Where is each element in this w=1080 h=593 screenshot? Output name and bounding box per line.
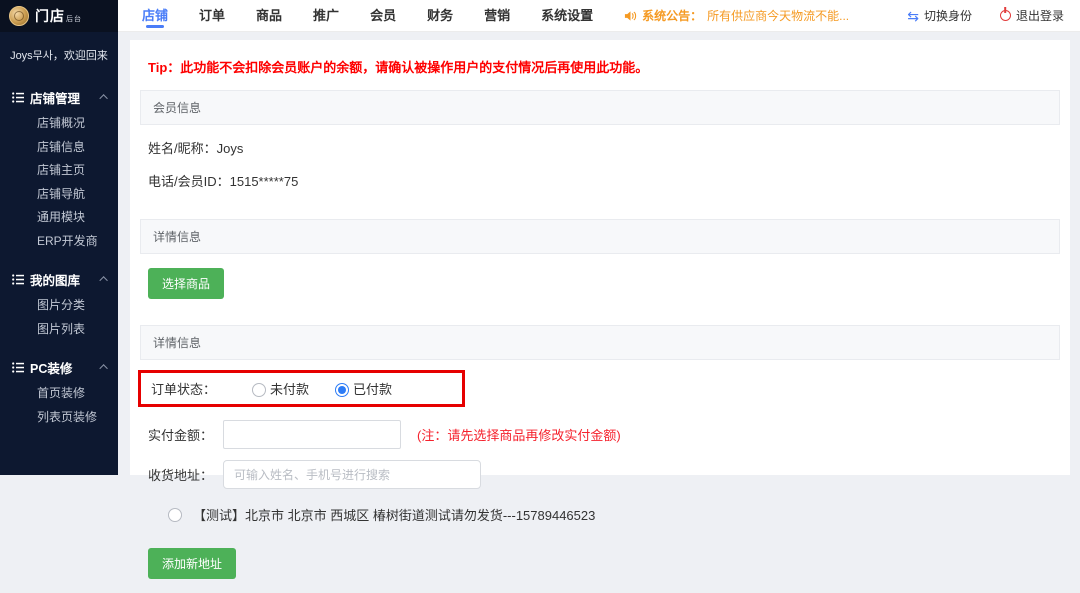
sidebar-item-shop-overview[interactable]: 店铺概况: [0, 112, 118, 136]
radio-paid-icon[interactable]: [335, 383, 349, 397]
swap-arrows-icon: ⇆: [907, 9, 919, 23]
order-detail-section: 详情信息 订单状态： 未付款 已付款 实付金额： (注：请先选择商品再修改实付金…: [140, 325, 1060, 593]
order-status-highlight-box: 订单状态： 未付款 已付款: [138, 370, 465, 407]
member-name-value: Joys: [217, 141, 244, 156]
nav-tab-promotion[interactable]: 推广: [313, 0, 339, 31]
order-detail-body: 订单状态： 未付款 已付款 实付金额： (注：请先选择商品再修改实付金额) 收货…: [140, 360, 1060, 593]
member-id-label: 电话/会员ID：: [148, 174, 230, 189]
sidebar-group-title: 店铺管理: [30, 88, 80, 107]
address-option-row[interactable]: 【测试】北京市 北京市 西城区 椿树街道测试请勿发货---15789446523: [168, 505, 1052, 524]
sidebar-group-shop-management: 店铺管理 店铺概况 店铺信息 店铺主页 店铺导航 通用模块 ERP开发商: [0, 86, 118, 253]
radio-address-icon[interactable]: [168, 508, 182, 522]
app-title-suffix: 后台: [66, 16, 82, 23]
announcement-text: 所有供应商今天物流不能...: [707, 7, 849, 24]
sidebar-item-image-list[interactable]: 图片列表: [0, 318, 118, 342]
amount-note: (注：请先选择商品再修改实付金额): [417, 425, 621, 444]
sidebar-group-header-image-library[interactable]: 我的图库: [0, 268, 118, 290]
add-address-row: 添加新地址: [148, 540, 1052, 583]
sidebar-item-erp-developer[interactable]: ERP开发商: [0, 230, 118, 254]
member-info-section: 会员信息 姓名/昵称：Joys 电话/会员ID：1515*****75: [140, 90, 1060, 207]
product-select-body: 选择商品: [140, 254, 1060, 313]
chevron-up-icon: [99, 276, 107, 284]
add-address-button[interactable]: 添加新地址: [148, 548, 236, 579]
radio-unpaid-label: 未付款: [270, 382, 309, 397]
sidebar-item-home-decoration[interactable]: 首页装修: [0, 382, 118, 406]
nav-tab-finance[interactable]: 财务: [427, 0, 453, 31]
nav-tab-products[interactable]: 商品: [256, 0, 282, 31]
amount-input[interactable]: [223, 420, 401, 449]
sidebar-group-items: 首页装修 列表页装修: [0, 378, 118, 429]
sidebar-group-header-pc-decoration[interactable]: PC装修: [0, 356, 118, 378]
content-card: Tip：此功能不会扣除会员账户的余额，请确认被操作用户的支付情况后再使用此功能。…: [130, 40, 1070, 475]
sidebar-group-image-library: 我的图库 图片分类 图片列表: [0, 268, 118, 341]
sidebar-item-shop-nav[interactable]: 店铺导航: [0, 183, 118, 207]
list-icon: [12, 274, 24, 285]
nav-tab-marketing[interactable]: 营销: [484, 0, 510, 31]
chevron-up-icon: [99, 364, 107, 372]
product-select-section: 详情信息 选择商品: [140, 219, 1060, 313]
topbar: 门店后台 店铺 订单 商品 推广 会员 财务 营销 系统设置 系统公告： 所有供…: [0, 0, 1080, 32]
switch-role-label: 切换身份: [924, 7, 972, 24]
section-header-member-info: 会员信息: [140, 90, 1060, 125]
sidebar-group-pc-decoration: PC装修 首页装修 列表页装修: [0, 356, 118, 429]
section-header-order-detail: 详情信息: [140, 325, 1060, 360]
sidebar-item-list-decoration[interactable]: 列表页装修: [0, 406, 118, 430]
topbar-actions: ⇆ 切换身份 退出登录: [907, 7, 1064, 24]
sidebar-group-header-shop-management[interactable]: 店铺管理: [0, 86, 118, 108]
radio-unpaid-icon[interactable]: [252, 383, 266, 397]
nav-tab-members[interactable]: 会员: [370, 0, 396, 31]
chevron-up-icon: [99, 94, 107, 102]
app-logo[interactable]: 门店后台: [0, 0, 118, 32]
sidebar-group-items: 图片分类 图片列表: [0, 290, 118, 341]
app-title: 门店后台: [35, 6, 82, 26]
top-nav: 店铺 订单 商品 推广 会员 财务 营销 系统设置 系统公告： 所有供应商今天物…: [118, 0, 1080, 32]
power-icon: [1000, 10, 1011, 21]
switch-role-button[interactable]: ⇆ 切换身份: [907, 7, 972, 24]
amount-row: 实付金额： (注：请先选择商品再修改实付金额): [148, 420, 1052, 449]
sidebar-item-shop-homepage[interactable]: 店铺主页: [0, 159, 118, 183]
sidebar-item-image-categories[interactable]: 图片分类: [0, 294, 118, 318]
main-content: Tip：此功能不会扣除会员账户的余额，请确认被操作用户的支付情况后再使用此功能。…: [118, 32, 1080, 475]
sidebar-group-title: PC装修: [30, 358, 72, 377]
member-name-row: 姓名/昵称：Joys: [148, 131, 1052, 164]
amount-label: 实付金额：: [148, 425, 213, 444]
list-icon: [12, 362, 24, 373]
logout-label: 退出登录: [1016, 7, 1064, 24]
sidebar-item-common-module[interactable]: 通用模块: [0, 206, 118, 230]
nav-tab-shop[interactable]: 店铺: [142, 0, 168, 31]
brand-logo-icon: [9, 6, 29, 26]
list-icon: [12, 92, 24, 103]
radio-option-paid[interactable]: 已付款: [335, 379, 392, 398]
address-option-text: 【测试】北京市 北京市 西城区 椿树街道测试请勿发货---15789446523: [193, 505, 595, 524]
member-info-body: 姓名/昵称：Joys 电话/会员ID：1515*****75: [140, 125, 1060, 207]
select-product-button[interactable]: 选择商品: [148, 268, 224, 299]
sidebar: Joys무사，欢迎回来 店铺管理 店铺概况 店铺信息 店铺主页 店铺导航 通用模…: [0, 32, 118, 475]
sidebar-group-title: 我的图库: [30, 270, 80, 289]
section-header-product-select: 详情信息: [140, 219, 1060, 254]
tip-warning-text: Tip：此功能不会扣除会员账户的余额，请确认被操作用户的支付情况后再使用此功能。: [140, 40, 1060, 90]
member-id-row: 电话/会员ID：1515*****75: [148, 164, 1052, 197]
order-status-label: 订单状态：: [151, 379, 216, 398]
welcome-text: Joys무사，欢迎回来: [0, 32, 118, 71]
system-announcement[interactable]: 系统公告： 所有供应商今天物流不能...: [624, 7, 849, 24]
member-id-value: 1515*****75: [230, 174, 299, 189]
sidebar-item-shop-info[interactable]: 店铺信息: [0, 136, 118, 160]
member-name-label: 姓名/昵称：: [148, 141, 217, 156]
sidebar-group-items: 店铺概况 店铺信息 店铺主页 店铺导航 通用模块 ERP开发商: [0, 108, 118, 253]
speaker-icon: [624, 10, 637, 22]
announcement-label: 系统公告：: [642, 7, 702, 24]
nav-tab-system-settings[interactable]: 系统设置: [541, 0, 593, 31]
radio-option-unpaid[interactable]: 未付款: [252, 379, 309, 398]
logout-button[interactable]: 退出登录: [1000, 7, 1064, 24]
radio-paid-label: 已付款: [353, 382, 392, 397]
nav-tab-orders[interactable]: 订单: [199, 0, 225, 31]
